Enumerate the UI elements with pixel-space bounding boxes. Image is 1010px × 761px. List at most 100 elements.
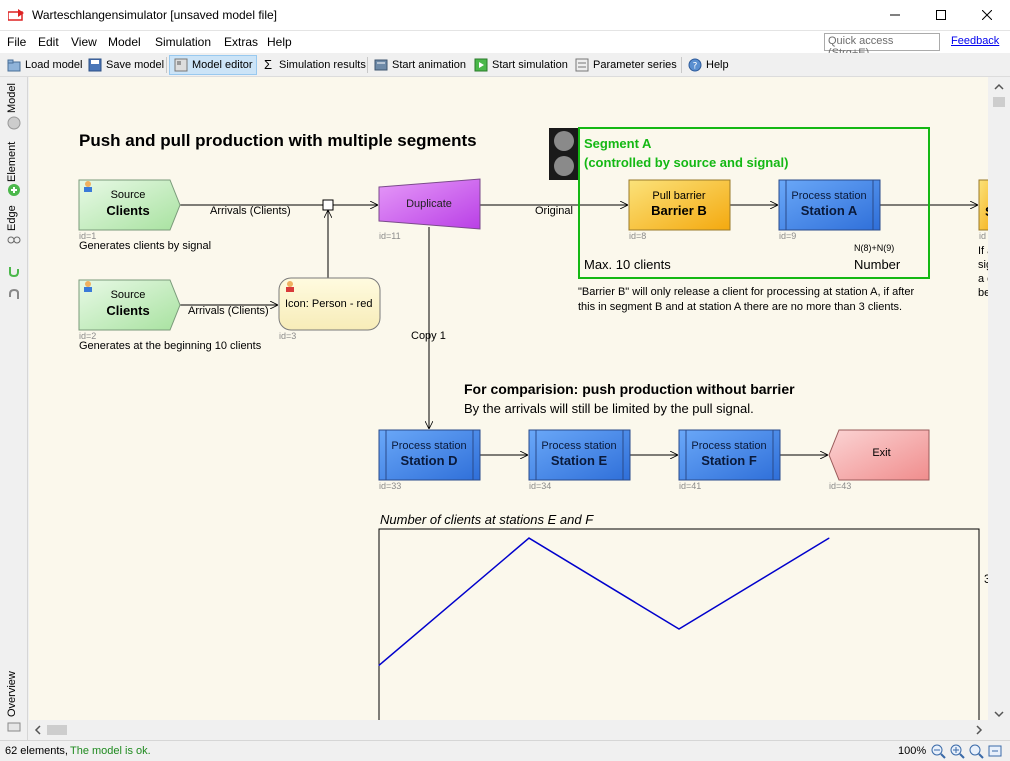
- maximize-button[interactable]: [918, 0, 964, 30]
- scroll-down-icon[interactable]: [994, 711, 1004, 718]
- stationA-name: Station A: [800, 203, 858, 218]
- save-icon: [88, 58, 102, 72]
- source2-name: Clients: [106, 303, 150, 318]
- title-bar: Warteschlangensimulator [unsaved model f…: [0, 0, 1010, 31]
- toolbar-separator: [166, 57, 167, 73]
- tab-model[interactable]: Model: [6, 83, 18, 113]
- model-canvas[interactable]: Push and pull production with multiple s…: [29, 77, 988, 720]
- tab-edge[interactable]: Edge: [6, 205, 18, 231]
- chart-point: [678, 628, 680, 630]
- quick-access-input[interactable]: Quick access (Strg+E): [824, 33, 940, 59]
- window-title: Warteschlangensimulator [unsaved model f…: [32, 8, 278, 22]
- load-model-label: Load model: [25, 59, 83, 71]
- help-button[interactable]: ? Help: [684, 55, 732, 75]
- model-editor-button[interactable]: Model editor: [169, 55, 257, 75]
- add-element-icon: [8, 184, 20, 196]
- stationD-type: Process station: [391, 440, 467, 452]
- vertical-scroll-thumb[interactable]: [993, 97, 1005, 107]
- vertical-scrollbar[interactable]: [988, 77, 1010, 720]
- undo-icon[interactable]: [6, 263, 22, 279]
- menu-simulation[interactable]: Simulation: [155, 35, 211, 49]
- source1-desc: Generates clients by signal: [79, 240, 212, 252]
- chart-series-line: [378, 537, 830, 666]
- redo-icon[interactable]: [6, 287, 22, 303]
- menu-help[interactable]: Help: [267, 35, 292, 49]
- scroll-up-icon[interactable]: [994, 83, 1004, 90]
- start-animation-button[interactable]: Start animation: [370, 55, 469, 75]
- play-icon: [474, 58, 488, 72]
- simulation-results-button[interactable]: Σ Simulation results: [257, 55, 369, 75]
- scroll-left-icon[interactable]: [34, 725, 41, 735]
- chart-point: [528, 537, 530, 539]
- copy1-label: Copy 1: [411, 330, 446, 342]
- scroll-right-icon[interactable]: [976, 725, 983, 735]
- stationE-id: id=34: [529, 481, 552, 491]
- menu-view[interactable]: View: [71, 35, 97, 49]
- tab-element[interactable]: Element: [6, 142, 18, 182]
- animation-icon: [374, 59, 388, 71]
- diagram-title: Push and pull production with multiple s…: [79, 131, 477, 150]
- edge-icon: [7, 236, 21, 244]
- save-model-button[interactable]: Save model: [84, 55, 167, 75]
- segment-max-clients: Max. 10 clients: [584, 257, 671, 272]
- horizontal-scrollbar[interactable]: [29, 720, 988, 740]
- menu-edit[interactable]: Edit: [38, 35, 59, 49]
- zoom-in-icon[interactable]: [949, 743, 965, 759]
- arrivals-label-2: Arrivals (Clients): [188, 305, 269, 317]
- junction-node[interactable]: [322, 199, 334, 211]
- chart-title: Number of clients at stations E and F: [380, 512, 594, 527]
- icon-element-label: Icon: Person - red: [285, 298, 373, 310]
- next-element-text-3: a c: [978, 273, 988, 285]
- next-element-text-4: be: [978, 287, 988, 299]
- status-bar: 62 elements, The model is ok. 100%: [0, 740, 1010, 761]
- menu-file[interactable]: File: [7, 35, 26, 49]
- feedback-link[interactable]: Feedback: [951, 35, 999, 47]
- traffic-light-bottom-icon: [554, 156, 574, 176]
- horizontal-scroll-thumb[interactable]: [47, 725, 67, 735]
- zoom-reset-icon[interactable]: [968, 743, 984, 759]
- chart-frame[interactable]: [378, 528, 980, 720]
- parameter-series-label: Parameter series: [593, 59, 677, 71]
- menu-extras[interactable]: Extras: [224, 35, 258, 49]
- arrivals-label-1: Arrivals (Clients): [210, 205, 291, 217]
- minimize-icon: [890, 14, 900, 16]
- load-model-icon: [7, 59, 21, 72]
- model-editor-icon: [174, 58, 188, 72]
- parameter-series-button[interactable]: Parameter series: [571, 55, 680, 75]
- maximize-icon: [936, 10, 946, 20]
- zoom-level: 100%: [898, 745, 927, 757]
- close-icon: [982, 10, 992, 20]
- simulation-results-label: Simulation results: [279, 59, 366, 71]
- stationD-name: Station D: [400, 453, 458, 468]
- zoom-fit-icon[interactable]: [987, 743, 1003, 759]
- source2-desc: Generates at the beginning 10 clients: [79, 340, 262, 352]
- app-icon: [8, 9, 24, 21]
- start-simulation-button[interactable]: Start simulation: [470, 55, 571, 75]
- close-button[interactable]: [964, 0, 1010, 30]
- status-model-ok: The model is ok.: [70, 745, 151, 757]
- barrier-note-line2: this in segment B and at station A there…: [578, 301, 903, 313]
- zoom-out-icon[interactable]: [930, 743, 946, 759]
- minimize-button[interactable]: [872, 0, 918, 30]
- barrier-note-line1: "Barrier B" will only release a client f…: [578, 286, 915, 298]
- help-icon: ?: [688, 58, 702, 72]
- tab-overview[interactable]: Overview: [6, 671, 18, 717]
- status-elements-count: 62 elements,: [5, 745, 68, 757]
- next-element-text-1: If a: [978, 245, 988, 257]
- vertical-scrollbar-graphic: [993, 83, 1005, 718]
- exit-label: Exit: [872, 447, 891, 459]
- toolbar-separator: [367, 57, 368, 73]
- segment-subtitle: (controlled by source and signal): [584, 155, 789, 170]
- overview-icon: [7, 722, 21, 732]
- load-model-button[interactable]: Load model: [3, 55, 86, 75]
- segment-title: Segment A: [584, 136, 652, 151]
- stationA-id: id=9: [779, 231, 797, 241]
- start-animation-label: Start animation: [392, 59, 466, 71]
- next-element-id: id: [979, 231, 987, 241]
- icon-element-id: id=3: [279, 331, 297, 341]
- left-sidebar: Model Element Edge Overview: [0, 77, 28, 740]
- stationF-id: id=41: [679, 481, 702, 491]
- menu-model[interactable]: Model: [108, 35, 141, 49]
- next-element-text-2: sig: [978, 259, 988, 271]
- exit-id: id=43: [829, 481, 852, 491]
